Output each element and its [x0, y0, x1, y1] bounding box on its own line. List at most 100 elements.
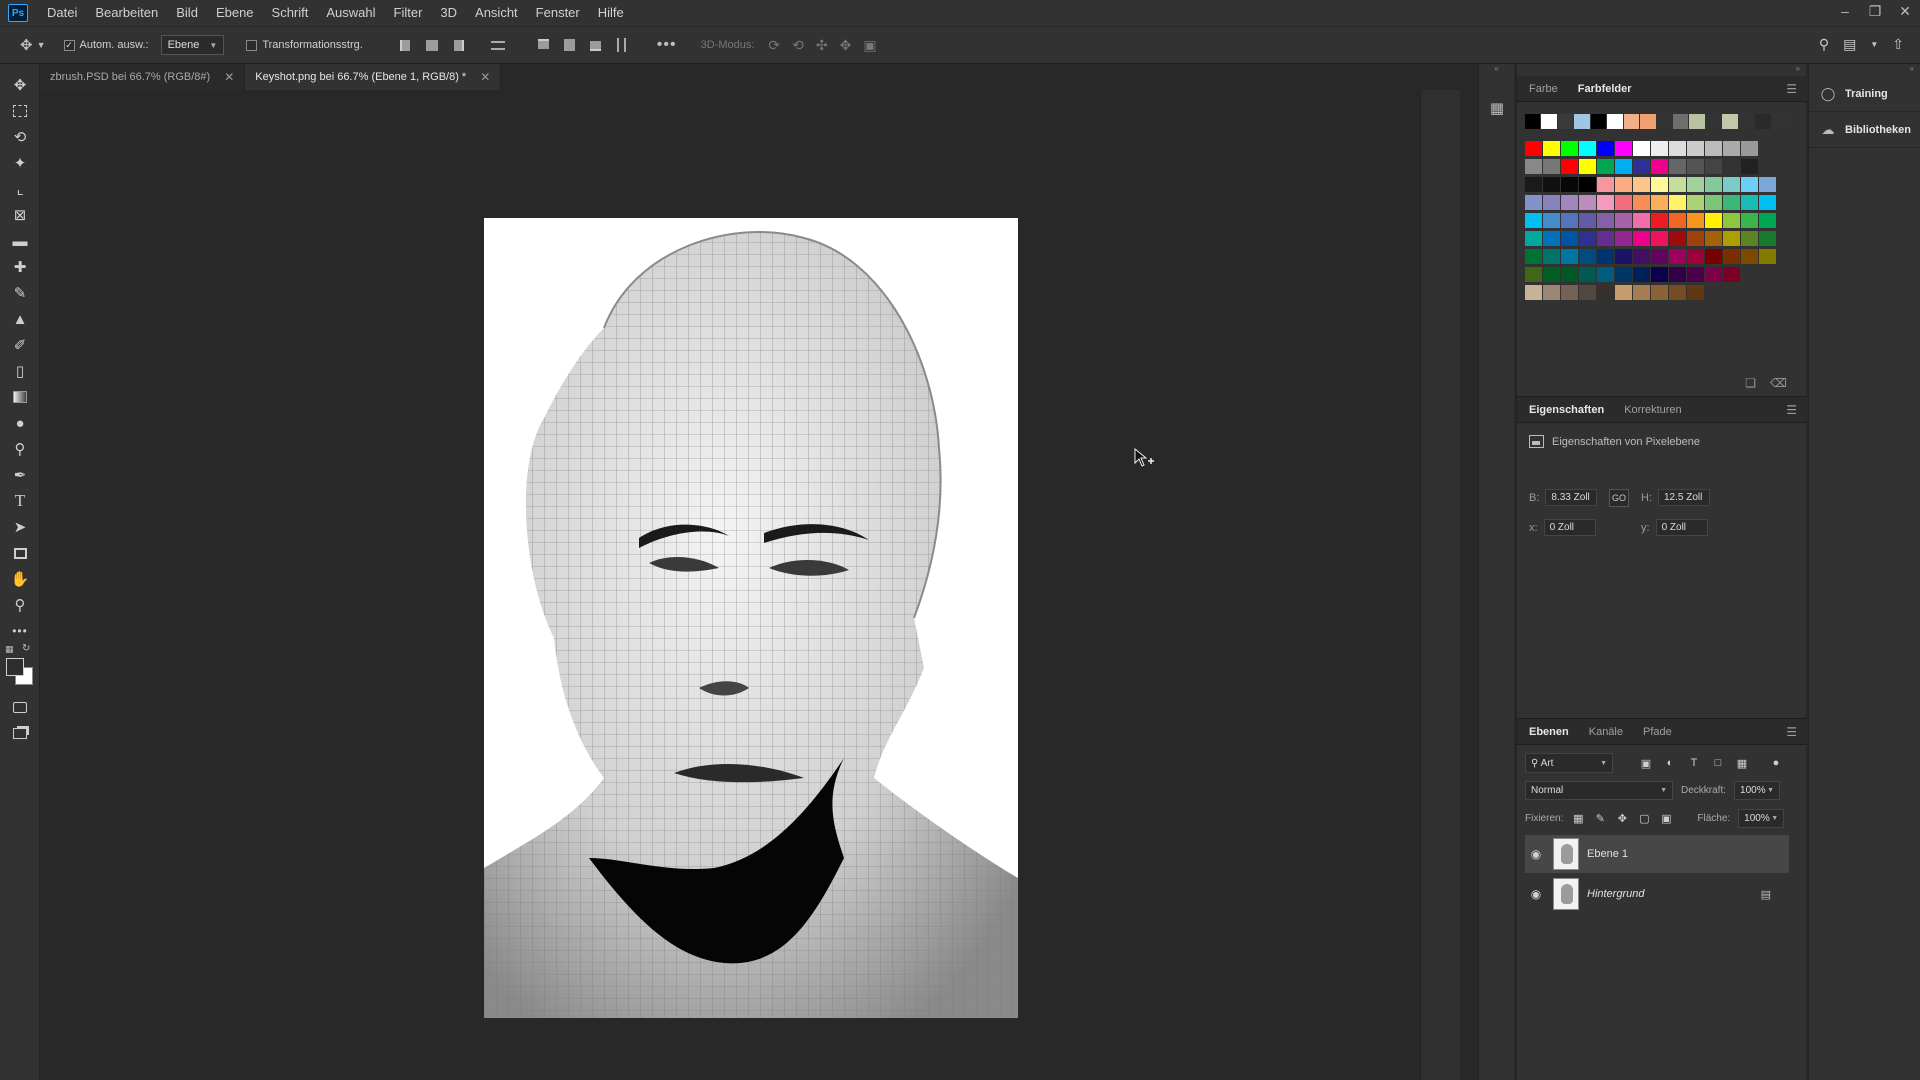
- color-swatch[interactable]: [1615, 177, 1632, 192]
- color-swatch[interactable]: [1651, 267, 1668, 282]
- foreground-color[interactable]: [6, 658, 24, 676]
- workspace-chevron-icon[interactable]: ▼: [1870, 36, 1878, 54]
- color-swatch[interactable]: [1672, 114, 1689, 129]
- color-swatch[interactable]: [1651, 231, 1668, 246]
- color-swatch[interactable]: [1579, 159, 1596, 174]
- color-swatch[interactable]: [1543, 213, 1560, 228]
- color-swatch[interactable]: [1723, 213, 1740, 228]
- drag-3d-icon[interactable]: ✣: [816, 37, 828, 54]
- color-swatch[interactable]: [1687, 177, 1704, 192]
- type-tool-icon[interactable]: T: [0, 488, 40, 514]
- color-swatch[interactable]: [1579, 285, 1596, 300]
- auto-select-target-dropdown[interactable]: Ebene ▼: [160, 35, 225, 55]
- color-swatch[interactable]: [1687, 159, 1704, 174]
- color-swatch[interactable]: [1741, 195, 1758, 210]
- workspace-icon[interactable]: ▤: [1843, 36, 1856, 54]
- color-swatch[interactable]: [1705, 231, 1722, 246]
- color-swatch[interactable]: [1543, 141, 1560, 156]
- color-swatch[interactable]: [1543, 249, 1560, 264]
- color-swatch[interactable]: [1543, 267, 1560, 282]
- tab-pfade[interactable]: Pfade: [1643, 726, 1672, 738]
- color-swatch[interactable]: [1561, 231, 1578, 246]
- color-swatch[interactable]: [1669, 213, 1686, 228]
- y-input[interactable]: 0 Zoll: [1655, 519, 1708, 536]
- color-swatch[interactable]: [1687, 213, 1704, 228]
- color-swatch[interactable]: [1579, 177, 1596, 192]
- marquee-tool-icon[interactable]: [0, 98, 40, 124]
- color-swatch[interactable]: [1615, 141, 1632, 156]
- healing-brush-tool-icon[interactable]: ✚: [0, 254, 40, 280]
- color-swatch[interactable]: [1633, 213, 1650, 228]
- close-icon[interactable]: ✕: [480, 70, 490, 84]
- lasso-tool-icon[interactable]: ⟲: [0, 124, 40, 150]
- color-swatch[interactable]: [1705, 249, 1722, 264]
- color-swatch[interactable]: [1615, 267, 1632, 282]
- collapse-arrows-icon[interactable]: «: [1479, 64, 1514, 74]
- color-swatch[interactable]: [1759, 231, 1776, 246]
- panel-collapse-icon[interactable]: «: [1809, 64, 1920, 76]
- color-swatch[interactable]: [1525, 285, 1542, 300]
- menu-schrift[interactable]: Schrift: [263, 0, 318, 26]
- width-input[interactable]: 8.33 Zoll: [1545, 489, 1598, 506]
- distribute-horizontal-icon[interactable]: [489, 37, 507, 53]
- color-swatch[interactable]: [1705, 159, 1722, 174]
- color-swatch[interactable]: [1561, 249, 1578, 264]
- color-swatch[interactable]: [1525, 141, 1542, 156]
- trash-icon[interactable]: ⌫: [1770, 376, 1787, 390]
- color-swatch[interactable]: [1597, 141, 1614, 156]
- transform-controls-checkbox[interactable]: Transformationsstrg.: [246, 39, 363, 51]
- doc-tab-keyshot[interactable]: Keyshot.png bei 66.7% (Ebene 1, RGB/8) *…: [245, 64, 502, 90]
- color-swatch[interactable]: [1579, 213, 1596, 228]
- close-icon[interactable]: ✕: [224, 70, 234, 84]
- filter-type-icon[interactable]: T: [1687, 756, 1701, 770]
- roll-3d-icon[interactable]: ⟲: [792, 37, 804, 54]
- color-swatch[interactable]: [1741, 141, 1758, 156]
- color-swatch[interactable]: [1597, 213, 1614, 228]
- history-brush-tool-icon[interactable]: ✐: [0, 332, 40, 358]
- lock-position-icon[interactable]: ✥: [1615, 812, 1629, 826]
- menu-auswahl[interactable]: Auswahl: [317, 0, 384, 26]
- color-swatch[interactable]: [1561, 285, 1578, 300]
- align-left-icon[interactable]: [397, 37, 415, 53]
- color-swatch[interactable]: [1669, 249, 1686, 264]
- color-swatch[interactable]: [1705, 177, 1722, 192]
- color-swatch[interactable]: [1651, 285, 1668, 300]
- frame-tool-icon[interactable]: ⊠: [0, 202, 40, 228]
- color-swatch[interactable]: [1651, 177, 1668, 192]
- align-hcenter-icon[interactable]: [423, 37, 441, 53]
- color-swatch[interactable]: [1525, 249, 1542, 264]
- color-swatch[interactable]: [1561, 267, 1578, 282]
- more-tools-icon[interactable]: •••: [0, 618, 40, 644]
- color-swatch[interactable]: [1759, 177, 1776, 192]
- menu-ansicht[interactable]: Ansicht: [466, 0, 527, 26]
- zoom-tool-icon[interactable]: ⚲: [0, 592, 40, 618]
- color-swatch[interactable]: [1723, 141, 1740, 156]
- pen-tool-icon[interactable]: ✒: [0, 462, 40, 488]
- color-swatch[interactable]: [1687, 285, 1704, 300]
- filter-pixel-icon[interactable]: ▣: [1639, 756, 1653, 770]
- color-swatch[interactable]: [1579, 141, 1596, 156]
- color-swatch[interactable]: [1525, 177, 1542, 192]
- color-swatch[interactable]: [1723, 195, 1740, 210]
- tab-eigenschaften[interactable]: Eigenschaften: [1529, 404, 1604, 416]
- color-swatch[interactable]: [1705, 114, 1722, 129]
- color-swatch[interactable]: [1738, 114, 1755, 129]
- tab-farbfelder[interactable]: Farbfelder: [1578, 83, 1632, 95]
- color-swatch[interactable]: [1543, 159, 1560, 174]
- document-image[interactable]: [484, 218, 1018, 1018]
- color-swatch[interactable]: [1615, 249, 1632, 264]
- color-swatch[interactable]: [1723, 249, 1740, 264]
- align-right-icon[interactable]: [449, 37, 467, 53]
- color-swatch[interactable]: [1615, 285, 1632, 300]
- color-swatch[interactable]: [1633, 267, 1650, 282]
- menu-ebene[interactable]: Ebene: [207, 0, 263, 26]
- color-swatch[interactable]: [1561, 177, 1578, 192]
- menu-bild[interactable]: Bild: [167, 0, 207, 26]
- color-swatch[interactable]: [1633, 141, 1650, 156]
- color-swatch[interactable]: [1543, 285, 1560, 300]
- blur-tool-icon[interactable]: ●: [0, 410, 40, 436]
- magic-wand-tool-icon[interactable]: ✦: [0, 150, 40, 176]
- align-vcenter-icon[interactable]: [561, 37, 579, 53]
- tab-ebenen[interactable]: Ebenen: [1529, 726, 1569, 738]
- color-swatch[interactable]: [1755, 114, 1771, 129]
